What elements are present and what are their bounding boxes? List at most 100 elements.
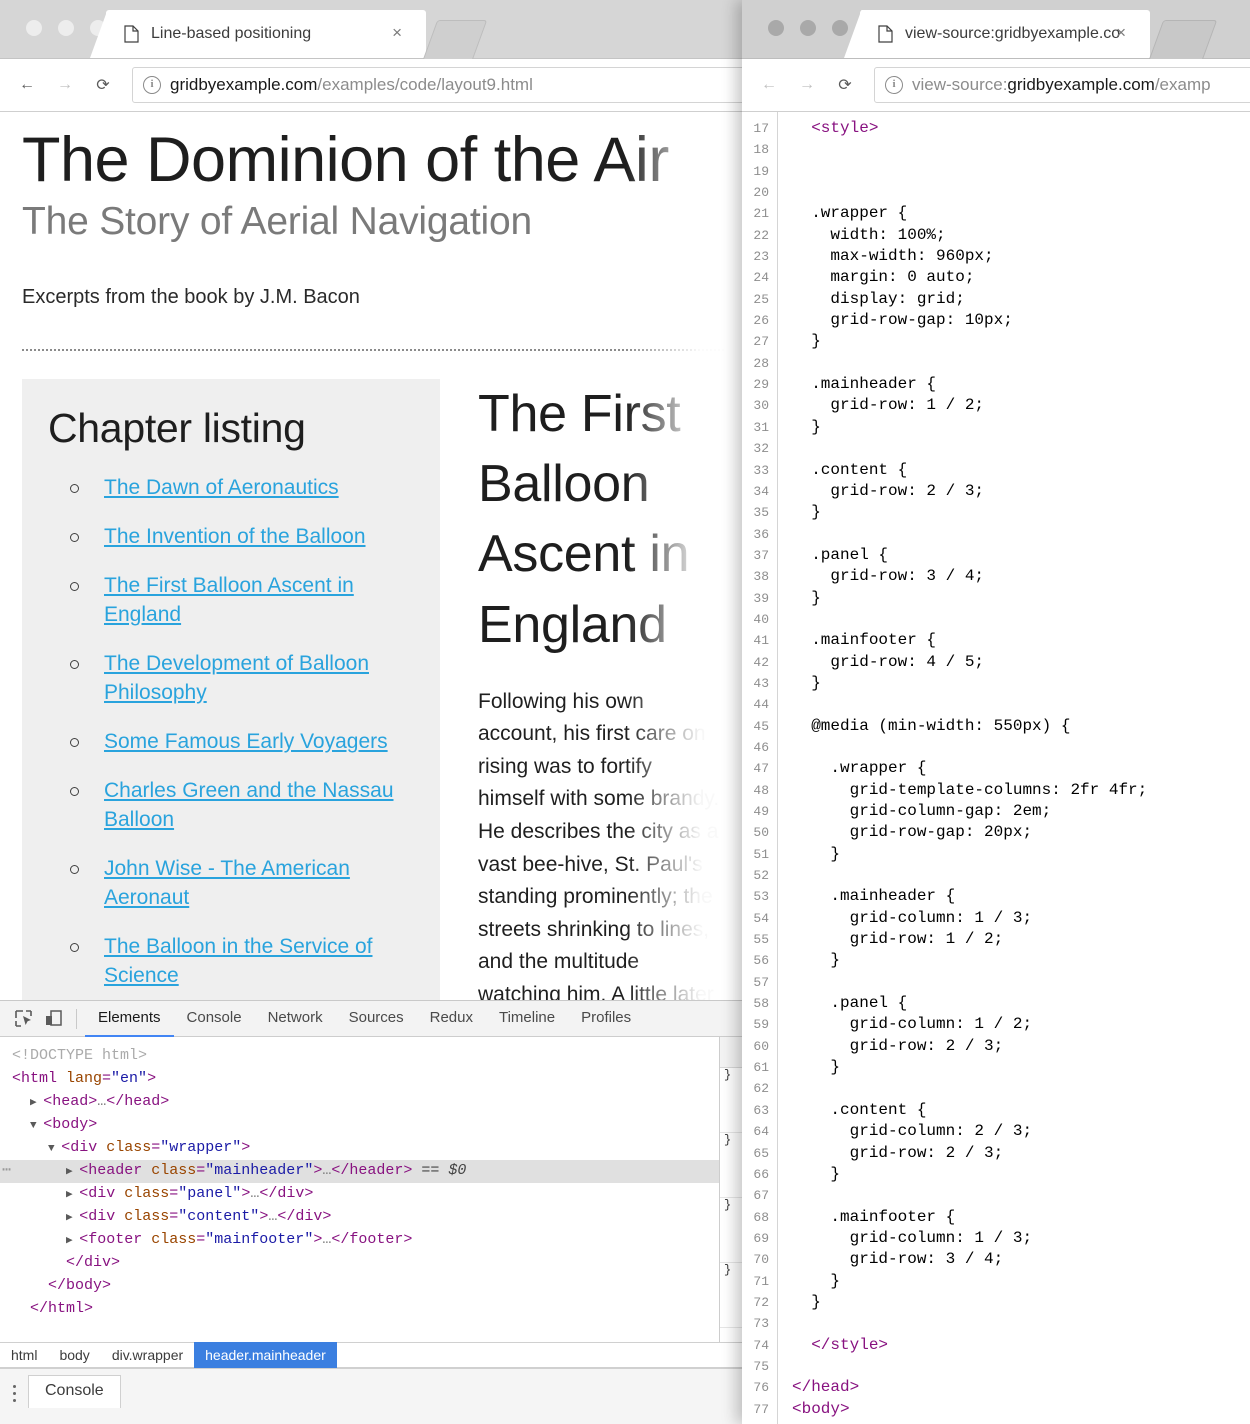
dom-node[interactable]: ▶ <footer class="mainfooter">…</footer> — [0, 1229, 746, 1252]
collapsed-arrow-icon[interactable]: ▶ — [66, 1235, 79, 1247]
tab-network[interactable]: Network — [255, 1000, 336, 1035]
source-code-text[interactable]: <style> .wrapper { width: 100%; max-widt… — [778, 112, 1250, 1424]
content-paragraph: Following his own account, his first car… — [478, 689, 720, 1002]
forward-icon[interactable]: → — [46, 66, 84, 104]
close-window-button[interactable] — [26, 20, 42, 36]
line-number: 21 — [753, 206, 769, 222]
chapter-link[interactable]: The Invention of the Balloon — [104, 525, 366, 548]
reload-icon[interactable]: ⟳ — [84, 66, 122, 104]
device-toolbar-icon[interactable] — [38, 1006, 68, 1032]
address-bar[interactable]: i gridbyexample.com/examples/code/layout… — [132, 67, 746, 103]
dom-token: class — [124, 1208, 170, 1225]
dom-node[interactable]: </div> — [0, 1252, 746, 1275]
chapter-link[interactable]: John Wise - The American Aeronaut — [104, 857, 350, 909]
site-info-icon[interactable]: i — [143, 76, 161, 94]
dom-node[interactable]: ▶ <div class="panel">…</div> — [0, 1183, 746, 1206]
code-line: } — [792, 1058, 841, 1077]
dom-node[interactable]: <html lang="en"> — [0, 1068, 746, 1091]
tab-redux[interactable]: Redux — [417, 1000, 486, 1035]
line-number: 25 — [753, 291, 769, 307]
minimize-window-button[interactable] — [800, 20, 816, 36]
browser-tab-view-source[interactable]: view-source:gridbyexample.co × — [860, 10, 1150, 58]
site-info-icon[interactable]: i — [885, 76, 903, 94]
code-line: grid-row: 3 / 4; — [792, 567, 985, 586]
tab-profiles[interactable]: Profiles — [568, 1000, 644, 1035]
code-line: grid-row: 1 / 2; — [792, 396, 985, 415]
tab-console-drawer[interactable]: Console — [28, 1375, 121, 1408]
new-tab-button[interactable] — [1148, 20, 1218, 60]
chapter-link[interactable]: Some Famous Early Voyagers — [104, 730, 388, 753]
line-number: 45 — [753, 718, 769, 734]
window-controls-right[interactable] — [768, 20, 848, 36]
line-number: 48 — [753, 782, 769, 798]
zoom-window-button[interactable] — [832, 20, 848, 36]
dom-token: class — [124, 1185, 170, 1202]
collapsed-arrow-icon[interactable]: ▶ — [66, 1166, 79, 1178]
dom-node[interactable]: </html> — [0, 1298, 746, 1321]
dom-node[interactable]: ▶ <head>…</head> — [0, 1091, 746, 1114]
dom-node[interactable]: <!DOCTYPE html> — [0, 1045, 746, 1068]
minimize-window-button[interactable] — [58, 20, 74, 36]
breadcrumb-item[interactable]: body — [48, 1342, 100, 1368]
back-icon[interactable]: ← — [8, 66, 46, 104]
inspect-element-icon[interactable] — [8, 1006, 38, 1032]
collapsed-arrow-icon[interactable]: ▶ — [30, 1097, 43, 1109]
more-options-icon[interactable] — [0, 1369, 28, 1402]
line-number: 35 — [753, 505, 769, 521]
chapter-link[interactable]: The Dawn of Aeronautics — [104, 476, 339, 499]
content-paragraphs: Following his own account, his first car… — [478, 686, 724, 1002]
code-line: } — [792, 503, 821, 522]
window-controls-left[interactable] — [26, 20, 106, 36]
scrollbar[interactable] — [1241, 112, 1250, 1424]
article-content: The First Balloon Ascent in England Foll… — [478, 379, 724, 1002]
code-line: .content { — [792, 460, 908, 479]
chapter-link[interactable]: Charles Green and the Nassau Balloon — [104, 779, 394, 831]
dom-tree[interactable]: <!DOCTYPE html> <html lang="en"> ▶ <head>… — [0, 1037, 746, 1321]
address-bar[interactable]: i view-source: gridbyexample.com/examp — [874, 67, 1250, 103]
line-number: 17 — [753, 121, 769, 136]
reload-icon[interactable]: ⟳ — [826, 66, 864, 104]
new-tab-button[interactable] — [422, 20, 488, 60]
line-number: 42 — [753, 654, 769, 670]
code-line: } — [792, 332, 821, 351]
tab-sources[interactable]: Sources — [336, 1000, 417, 1035]
page-subtitle: The Story of Aerial Navigation — [22, 200, 532, 244]
close-icon[interactable]: × — [1116, 24, 1126, 41]
forward-icon[interactable]: → — [788, 66, 826, 104]
browser-tab-line-based-positioning[interactable]: Line-based positioning × — [106, 10, 426, 58]
tab-timeline[interactable]: Timeline — [486, 1000, 568, 1035]
breadcrumb-item[interactable]: html — [0, 1342, 48, 1368]
expanded-arrow-icon[interactable]: ▼ — [48, 1143, 61, 1155]
close-window-button[interactable] — [768, 20, 784, 36]
chapter-link[interactable]: The First Balloon Ascent in England — [104, 574, 354, 626]
dom-node[interactable]: ▶ <div class="content">…</div> — [0, 1206, 746, 1229]
dom-node-selected[interactable]: ⋯ ▶ <header class="mainheader">…</header… — [0, 1160, 746, 1183]
expanded-arrow-icon[interactable]: ▼ — [30, 1120, 43, 1132]
back-icon[interactable]: ← — [750, 66, 788, 104]
breadcrumb-item[interactable]: div.wrapper — [101, 1342, 194, 1368]
dom-token: <header — [79, 1162, 152, 1179]
dom-token: "mainheader" — [205, 1162, 314, 1179]
browser-toolbar-left: ← → ⟳ i gridbyexample.com/examples/code/… — [0, 59, 746, 112]
code-line: } — [792, 673, 821, 692]
collapsed-arrow-icon[interactable]: ▶ — [66, 1189, 79, 1201]
tab-console[interactable]: Console — [174, 1000, 255, 1035]
dom-node[interactable]: ▼ <div class="wrapper"> — [0, 1137, 746, 1160]
chapter-link[interactable]: The Development of Balloon Philosophy — [104, 652, 369, 704]
chapter-link[interactable]: The Balloon in the Service of Science — [104, 935, 373, 987]
breadcrumb-item[interactable]: header.mainheader — [194, 1342, 337, 1368]
dom-node[interactable]: ▼ <body> — [0, 1114, 746, 1137]
dom-node[interactable]: </body> — [0, 1275, 746, 1298]
code-token: <style> — [792, 119, 879, 137]
tab-elements[interactable]: Elements — [85, 1000, 174, 1037]
node-menu-icon[interactable]: ⋯ — [2, 1160, 12, 1182]
code-line: grid-row: 1 / 2; — [792, 930, 1004, 949]
close-icon[interactable]: × — [392, 24, 402, 41]
breadcrumb[interactable]: html body div.wrapper header.mainheader — [0, 1342, 746, 1368]
collapsed-arrow-icon[interactable]: ▶ — [66, 1212, 79, 1224]
line-number: 23 — [753, 249, 769, 265]
